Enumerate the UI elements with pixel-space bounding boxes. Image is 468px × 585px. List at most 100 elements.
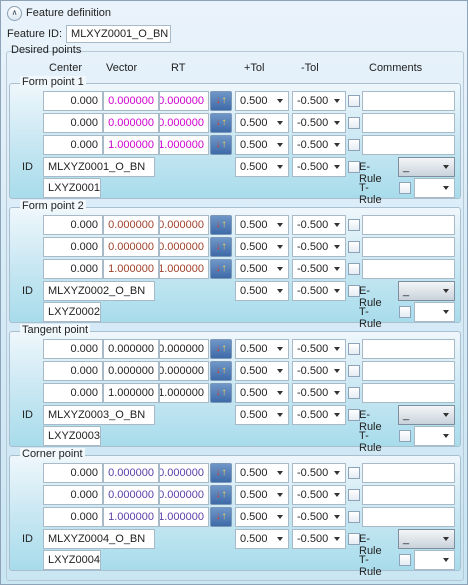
vector-field[interactable]: 0.000000 [103,215,159,235]
row-checkbox[interactable] [348,139,360,151]
row-checkbox[interactable] [348,219,360,231]
swap-arrows-icon[interactable]: ↓ ↑ [210,507,232,527]
minus-tol-dropdown[interactable]: -0.500 [292,281,346,301]
swap-arrows-icon[interactable]: ↓ ↑ [210,485,232,505]
center-field[interactable]: 0.000 [43,113,103,133]
vector-field[interactable]: 1.000000 [103,507,159,527]
center-field[interactable]: 0.000 [43,383,103,403]
row-checkbox[interactable] [348,467,360,479]
swap-arrows-icon[interactable]: ↓ ↑ [210,463,232,483]
rt-field[interactable]: 0.000000 [159,463,209,483]
comment-field[interactable] [362,135,455,155]
comment-field[interactable] [362,339,455,359]
comment-field[interactable] [362,113,455,133]
minus-tol-dropdown[interactable]: -0.500 [292,339,346,359]
row-checkbox[interactable] [348,387,360,399]
comment-field[interactable] [362,361,455,381]
collapse-chevron-icon[interactable]: ∧ [7,5,22,21]
e-rule-dropdown[interactable]: _ [398,157,455,177]
row-checkbox[interactable] [348,343,360,355]
vector-field[interactable]: 0.000000 [103,485,159,505]
plus-tol-dropdown[interactable]: 0.500 [235,215,289,235]
center-field[interactable]: 0.000 [43,215,103,235]
e-rule-dropdown[interactable]: _ [398,529,455,549]
swap-arrows-icon[interactable]: ↓ ↑ [210,135,232,155]
vector-field[interactable]: 0.000000 [103,91,159,111]
plus-tol-dropdown[interactable]: 0.500 [235,507,289,527]
plus-tol-dropdown[interactable]: 0.500 [235,383,289,403]
center-field[interactable]: 0.000 [43,339,103,359]
vector-field[interactable]: 1.000000 [103,135,159,155]
swap-arrows-icon[interactable]: ↓ ↑ [210,113,232,133]
minus-tol-dropdown[interactable]: -0.500 [292,361,346,381]
row-checkbox[interactable] [348,241,360,253]
center-field[interactable]: 0.000 [43,485,103,505]
row-checkbox[interactable] [348,365,360,377]
minus-tol-dropdown[interactable]: -0.500 [292,91,346,111]
comment-field[interactable] [362,91,455,111]
comment-field[interactable] [362,485,455,505]
sub-id-field[interactable]: LXYZ0002 [43,302,101,322]
comment-field[interactable] [362,383,455,403]
rt-field[interactable]: 1.000000 [159,383,209,403]
plus-tol-dropdown[interactable]: 0.500 [235,91,289,111]
minus-tol-dropdown[interactable]: -0.500 [292,383,346,403]
rt-field[interactable]: 1.000000 [159,135,209,155]
comment-field[interactable] [362,507,455,527]
e-rule-dropdown[interactable]: _ [398,281,455,301]
plus-tol-dropdown[interactable]: 0.500 [235,529,289,549]
point-id-field[interactable]: MLXYZ0003_O_BN [43,405,155,425]
swap-arrows-icon[interactable]: ↓ ↑ [210,237,232,257]
swap-arrows-icon[interactable]: ↓ ↑ [210,215,232,235]
comment-field[interactable] [362,215,455,235]
point-id-field[interactable]: MLXYZ0002_O_BN [43,281,155,301]
vector-field[interactable]: 1.000000 [103,383,159,403]
feature-id-field[interactable]: MLXYZ0001_O_BN [66,25,172,43]
sub-id-field[interactable]: LXYZ0001 [43,178,101,198]
rt-field[interactable]: 0.000000 [159,237,209,257]
center-field[interactable]: 0.000 [43,361,103,381]
vector-field[interactable]: 0.000000 [103,339,159,359]
row-checkbox[interactable] [348,489,360,501]
row-checkbox[interactable] [348,95,360,107]
minus-tol-dropdown[interactable]: -0.500 [292,135,346,155]
plus-tol-dropdown[interactable]: 0.500 [235,281,289,301]
e-rule-dropdown[interactable]: _ [398,405,455,425]
rt-field[interactable]: 0.000000 [159,91,209,111]
t-rule-checkbox[interactable] [399,554,411,566]
plus-tol-dropdown[interactable]: 0.500 [235,157,289,177]
t-rule-checkbox[interactable] [399,306,411,318]
plus-tol-dropdown[interactable]: 0.500 [235,113,289,133]
t-rule-checkbox[interactable] [399,430,411,442]
minus-tol-dropdown[interactable]: -0.500 [292,463,346,483]
t-rule-dropdown[interactable] [414,178,455,198]
swap-arrows-icon[interactable]: ↓ ↑ [210,259,232,279]
rt-field[interactable]: 0.000000 [159,361,209,381]
comment-field[interactable] [362,237,455,257]
plus-tol-dropdown[interactable]: 0.500 [235,463,289,483]
center-field[interactable]: 0.000 [43,507,103,527]
comment-field[interactable] [362,259,455,279]
minus-tol-dropdown[interactable]: -0.500 [292,485,346,505]
swap-arrows-icon[interactable]: ↓ ↑ [210,383,232,403]
sub-id-field[interactable]: LXYZ0004 [43,550,101,570]
plus-tol-dropdown[interactable]: 0.500 [235,485,289,505]
rt-field[interactable]: 1.000000 [159,507,209,527]
row-checkbox[interactable] [348,117,360,129]
rt-field[interactable]: 0.000000 [159,485,209,505]
center-field[interactable]: 0.000 [43,259,103,279]
rt-field[interactable]: 0.000000 [159,113,209,133]
t-rule-dropdown[interactable] [414,550,455,570]
point-id-field[interactable]: MLXYZ0004_O_BN [43,529,155,549]
minus-tol-dropdown[interactable]: -0.500 [292,259,346,279]
plus-tol-dropdown[interactable]: 0.500 [235,237,289,257]
swap-arrows-icon[interactable]: ↓ ↑ [210,339,232,359]
center-field[interactable]: 0.000 [43,237,103,257]
minus-tol-dropdown[interactable]: -0.500 [292,215,346,235]
center-field[interactable]: 0.000 [43,463,103,483]
vector-field[interactable]: 0.000000 [103,113,159,133]
rt-field[interactable]: 1.000000 [159,259,209,279]
minus-tol-dropdown[interactable]: -0.500 [292,507,346,527]
row-checkbox[interactable] [348,511,360,523]
t-rule-checkbox[interactable] [399,182,411,194]
